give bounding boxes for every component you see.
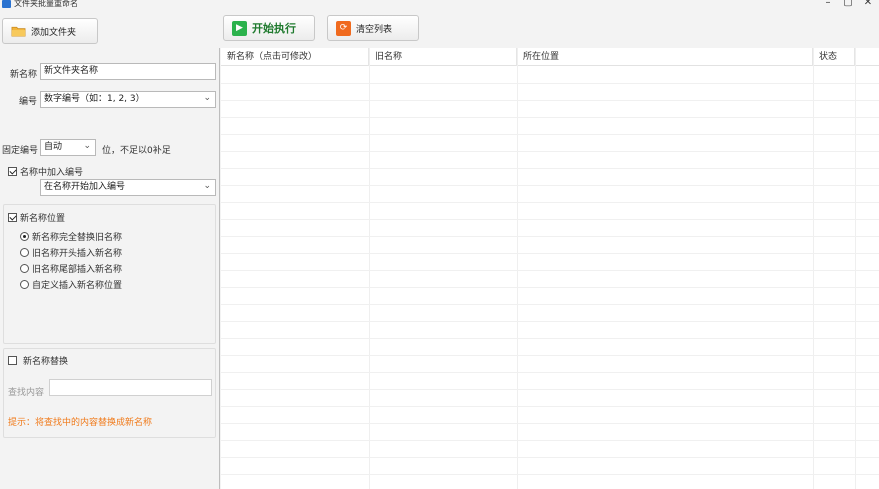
row-gridline (221, 100, 879, 101)
close-button[interactable]: ✕ (858, 0, 878, 8)
row-gridline (221, 151, 879, 152)
radio[interactable] (20, 248, 29, 257)
row-gridline (221, 474, 879, 475)
row-gridline (221, 321, 879, 322)
maximize-button[interactable]: ▢ (838, 0, 858, 8)
add-number-label: 名称中加入编号 (20, 168, 84, 178)
radio[interactable] (20, 264, 29, 273)
add-number-checkbox-row[interactable]: 名称中加入编号 (8, 165, 83, 178)
row-gridline (221, 355, 879, 356)
row-gridline (221, 440, 879, 441)
minimize-button[interactable]: – (818, 0, 838, 8)
add-number-position-select[interactable]: 在名称开始加入编号 ⌄ (40, 179, 216, 196)
position-checkbox[interactable] (8, 213, 17, 222)
position-group-label: 新名称位置 (20, 214, 66, 224)
start-label: 开始执行 (252, 22, 296, 35)
position-option[interactable]: 旧名称开头插入新名称 (20, 246, 122, 259)
app-icon (2, 0, 11, 8)
position-option[interactable]: 新名称完全替换旧名称 (20, 230, 122, 243)
hint-text: 提示：将查找中的内容替换成新名称 (8, 418, 153, 428)
radio-selected[interactable] (20, 232, 29, 241)
position-checkbox-row[interactable]: 新名称位置 (8, 211, 65, 224)
fixed-number-select[interactable]: 自动 ⌄ (40, 139, 96, 156)
row-gridline (221, 202, 879, 203)
row-gridline (221, 304, 879, 305)
chevron-down-icon: ⌄ (203, 93, 211, 103)
clear-list-button[interactable]: ⟳ 清空列表 (327, 15, 419, 41)
row-gridline (221, 389, 879, 390)
row-gridline (221, 83, 879, 84)
row-gridline (221, 236, 879, 237)
position-option-label: 新名称完全替换旧名称 (32, 233, 123, 243)
row-gridline (221, 134, 879, 135)
row-gridline (221, 406, 879, 407)
column-header-location[interactable]: 所在位置 (517, 48, 813, 66)
row-gridline (221, 457, 879, 458)
search-input[interactable] (49, 379, 212, 396)
row-gridline (221, 168, 879, 169)
position-option[interactable]: 自定义插入新名称位置 (20, 278, 122, 291)
column-header-new-name[interactable]: 新名称（点击可修改） (221, 48, 369, 66)
settings-panel: 新名称 新文件夹名称 编号 数字编号（如：1, 2, 3） ⌄ 固定编号 自动 … (0, 48, 220, 489)
title-bar: 文件夹批量重命名 – ▢ ✕ (0, 0, 879, 10)
add-number-position-value: 在名称开始加入编号 (44, 182, 126, 192)
row-gridline (221, 270, 879, 271)
play-icon: ▶ (232, 20, 247, 36)
column-header-status[interactable]: 状态 (813, 48, 855, 66)
number-select[interactable]: 数字编号（如：1, 2, 3） ⌄ (40, 91, 216, 108)
row-gridline (221, 219, 879, 220)
add-folder-label: 添加文件夹 (31, 27, 77, 38)
replace-checkbox[interactable] (8, 356, 17, 365)
clear-list-label: 清空列表 (356, 24, 393, 35)
number-label: 编号 (19, 97, 38, 107)
chevron-down-icon: ⌄ (83, 141, 91, 151)
add-number-checkbox[interactable] (8, 167, 17, 176)
position-option-label: 旧名称开头插入新名称 (32, 249, 123, 259)
refresh-icon: ⟳ (336, 20, 351, 36)
row-gridline (221, 253, 879, 254)
folder-icon (11, 24, 26, 39)
replace-checkbox-row[interactable]: 新名称替换 (8, 354, 68, 367)
row-gridline (221, 423, 879, 424)
position-option-label: 自定义插入新名称位置 (32, 281, 123, 291)
file-list-table[interactable]: 新名称（点击可修改） 旧名称 所在位置 状态 (221, 48, 879, 489)
radio[interactable] (20, 280, 29, 289)
chevron-down-icon: ⌄ (203, 181, 211, 191)
position-option[interactable]: 旧名称尾部插入新名称 (20, 262, 122, 275)
row-gridline (221, 185, 879, 186)
start-button[interactable]: ▶ 开始执行 (223, 15, 315, 41)
fixed-number-label: 固定编号 (2, 146, 39, 156)
row-gridline (221, 338, 879, 339)
add-folder-button[interactable]: 添加文件夹 (2, 18, 98, 44)
table-header: 新名称（点击可修改） 旧名称 所在位置 状态 (221, 48, 879, 66)
search-label: 查找内容 (8, 388, 45, 398)
number-select-value: 数字编号（如：1, 2, 3） (44, 94, 145, 104)
position-option-label: 旧名称尾部插入新名称 (32, 265, 123, 275)
row-gridline (221, 372, 879, 373)
row-gridline (221, 117, 879, 118)
replace-label: 新名称替换 (23, 357, 69, 367)
fixed-number-suffix: 位，不足以0补足 (102, 146, 171, 156)
new-name-input[interactable]: 新文件夹名称 (40, 63, 216, 80)
new-name-label: 新名称 (10, 70, 38, 80)
row-gridline (221, 287, 879, 288)
fixed-number-value: 自动 (44, 142, 63, 152)
column-header-old-name[interactable]: 旧名称 (369, 48, 517, 66)
window-title: 文件夹批量重命名 (14, 0, 78, 8)
